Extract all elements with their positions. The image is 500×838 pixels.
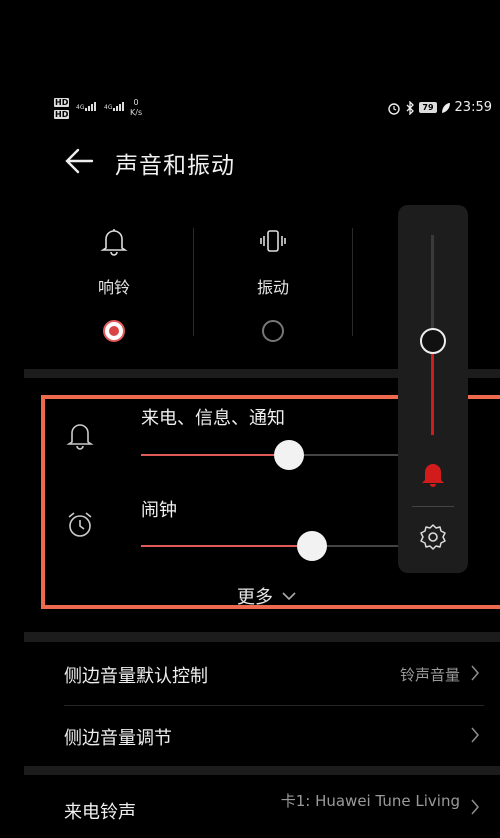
signal-icon-2: 4G — [104, 102, 125, 111]
list-item-side-volume-default[interactable]: 侧边音量默认控制 铃声音量 — [0, 644, 500, 706]
list-item-side-volume-adjust[interactable]: 侧边音量调节 — [0, 706, 500, 768]
list-item-ringtone[interactable]: 来电铃声 卡1: Huawei Tune Living — [0, 776, 500, 838]
signal-icon-1: 4G — [76, 102, 97, 111]
chevron-right-icon — [471, 665, 480, 681]
hd-indicator-1: HD — [54, 98, 70, 107]
network-speed: 0 K/s — [130, 98, 143, 117]
leaf-icon — [441, 102, 450, 113]
mode-vibrate[interactable]: 振动 — [233, 226, 313, 342]
list-item-label: 侧边音量调节 — [64, 728, 172, 749]
chevron-right-icon — [471, 727, 480, 743]
list-item-value: 铃声音量 — [399, 666, 460, 684]
volume-thumb[interactable] — [420, 328, 446, 354]
bell-icon — [100, 229, 128, 256]
gear-icon[interactable] — [419, 523, 447, 551]
back-arrow-icon[interactable] — [62, 144, 96, 178]
mode-vibrate-label: 振动 — [256, 278, 289, 297]
list-item-label: 侧边音量默认控制 — [64, 666, 208, 687]
bell-icon[interactable] — [420, 460, 446, 488]
mode-divider — [193, 228, 194, 336]
list-item-label: 来电铃声 — [64, 802, 136, 823]
status-time: 23:59 — [454, 100, 492, 115]
mode-ring[interactable]: 响铃 — [74, 226, 154, 342]
volume-panel — [398, 205, 468, 573]
mode-ring-label: 响铃 — [97, 278, 130, 297]
mode-ring-radio[interactable] — [103, 320, 125, 342]
hd-indicator-2: HD — [54, 110, 70, 119]
battery-icon: 79 — [419, 102, 437, 113]
alarm-icon — [388, 102, 401, 115]
bluetooth-icon — [406, 100, 415, 115]
section-separator — [24, 766, 500, 775]
section-separator — [24, 632, 500, 642]
volume-panel-divider — [412, 506, 454, 507]
list-item-value: 卡1: Huawei Tune Living — [280, 792, 460, 810]
mode-divider — [352, 228, 353, 336]
vibrate-icon — [260, 230, 286, 252]
chevron-right-icon — [471, 799, 480, 815]
status-bar: HD HD 4G 4G 0 K/s 79 23:59 — [0, 96, 500, 124]
page-title: 声音和振动 — [115, 153, 235, 179]
mode-vibrate-radio[interactable] — [262, 320, 284, 342]
